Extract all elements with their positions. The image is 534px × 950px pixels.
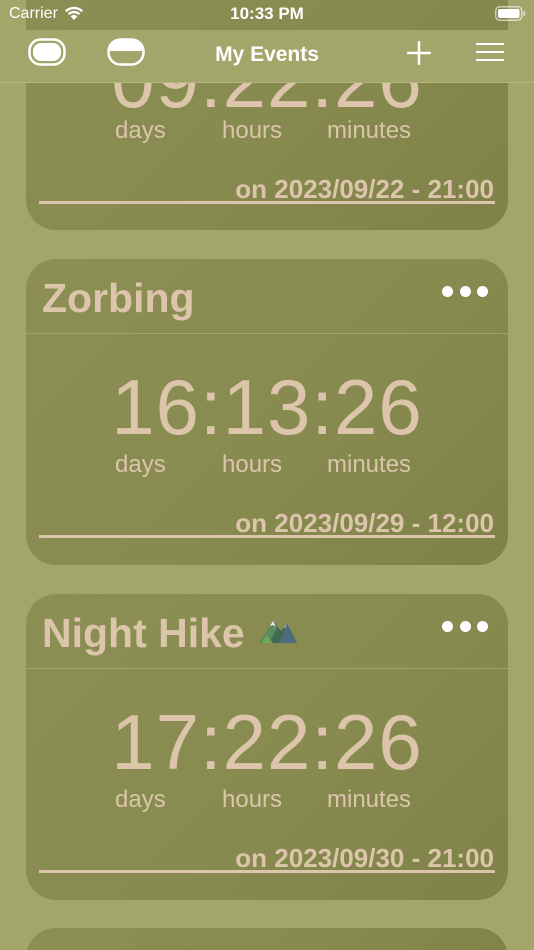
- days-label: days: [115, 786, 166, 813]
- more-dots-icon: [442, 620, 453, 632]
- navigation-bar: My Events: [0, 30, 534, 83]
- date-underline: [39, 201, 495, 204]
- mountain-icon: [257, 608, 299, 655]
- menu-button[interactable]: [475, 42, 505, 67]
- more-dots-icon: [477, 620, 488, 632]
- countdown-value: 17:22:26: [111, 698, 423, 786]
- event-title: Night Hike: [42, 610, 245, 656]
- events-list[interactable]: 09:22:26 days hours minutes on 2023/09/2…: [0, 0, 534, 950]
- minutes-label: minutes: [327, 117, 412, 144]
- hours-label: hours: [222, 451, 283, 478]
- countdown-value: 16:13:26: [111, 363, 423, 451]
- status-bar: Carrier 10:33 PM: [0, 0, 534, 30]
- plus-icon: [406, 40, 432, 71]
- more-dots-icon: [477, 285, 488, 297]
- days-label: days: [115, 117, 166, 144]
- minutes-label: minutes: [327, 451, 412, 478]
- date-underline: [39, 870, 495, 873]
- event-card[interactable]: [26, 928, 508, 950]
- event-title: Zorbing: [42, 275, 195, 321]
- event-title-row: Night Hike: [42, 610, 299, 657]
- event-card-night-hike[interactable]: Night Hike 17:22:26 days hours minutes o…: [26, 594, 508, 900]
- date-underline: [39, 535, 495, 538]
- more-dots-icon: [459, 285, 471, 297]
- more-options-button[interactable]: [442, 616, 488, 636]
- event-card-zorbing[interactable]: Zorbing 16:13:26 days hours minutes on 2…: [26, 259, 508, 565]
- hours-label: hours: [222, 117, 283, 144]
- minutes-label: minutes: [327, 786, 412, 813]
- days-label: days: [115, 451, 166, 478]
- page-title: My Events: [215, 43, 319, 66]
- hours-label: hours: [222, 786, 283, 813]
- card-header: Zorbing: [26, 259, 508, 334]
- more-options-button[interactable]: [442, 281, 488, 301]
- more-dots-icon: [459, 620, 471, 632]
- hamburger-menu-icon: [475, 42, 505, 67]
- battery-icon: [495, 6, 526, 21]
- card-header: Night Hike: [26, 594, 508, 669]
- more-dots-icon: [442, 285, 453, 297]
- add-event-button[interactable]: [405, 40, 433, 71]
- status-time: 10:33 PM: [230, 4, 304, 23]
